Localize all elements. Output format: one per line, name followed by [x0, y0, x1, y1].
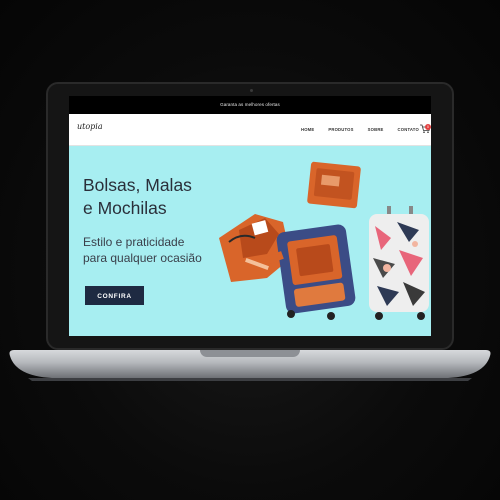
hero-subheadline: Estilo e praticidade para qualquer ocasi…: [83, 234, 202, 266]
hero-subheadline-line-1: Estilo e praticidade: [83, 235, 185, 249]
webcam: [250, 89, 253, 92]
packing-cube-small: [307, 161, 361, 209]
hero-subheadline-line-2: para qualquer ocasião: [83, 251, 202, 265]
trackpad-notch: [200, 350, 300, 357]
nav-contato[interactable]: CONTATO: [398, 127, 419, 132]
hero-headline: Bolsas, Malas e Mochilas: [83, 174, 192, 220]
nav-sobre[interactable]: SOBRE: [368, 127, 384, 132]
hero-banner: Bolsas, Malas e Mochilas Estilo e pratic…: [69, 146, 431, 336]
nav-produtos[interactable]: PRODUTOS: [328, 127, 353, 132]
announcement-bar: Garanta as melhores ofertas: [69, 96, 431, 114]
patterned-suitcase: [369, 206, 429, 320]
hero-headline-line-2: e Mochilas: [83, 198, 167, 218]
main-menu: HOME PRODUTOS SOBRE CONTATO: [301, 127, 431, 132]
nav-home[interactable]: HOME: [301, 127, 314, 132]
hero-headline-line-1: Bolsas, Malas: [83, 175, 192, 195]
blue-suitcase: [264, 224, 356, 320]
site-header: utopia HOME PRODUTOS SOBRE CONTATO 0: [69, 114, 431, 146]
announcement-text: Garanta as melhores ofertas: [220, 102, 280, 107]
cart-badge: 0: [425, 124, 431, 130]
laptop-screen: Garanta as melhores ofertas utopia HOME …: [69, 96, 431, 336]
site-logo[interactable]: utopia: [77, 122, 103, 131]
confira-button[interactable]: CONFIRA: [85, 286, 144, 305]
